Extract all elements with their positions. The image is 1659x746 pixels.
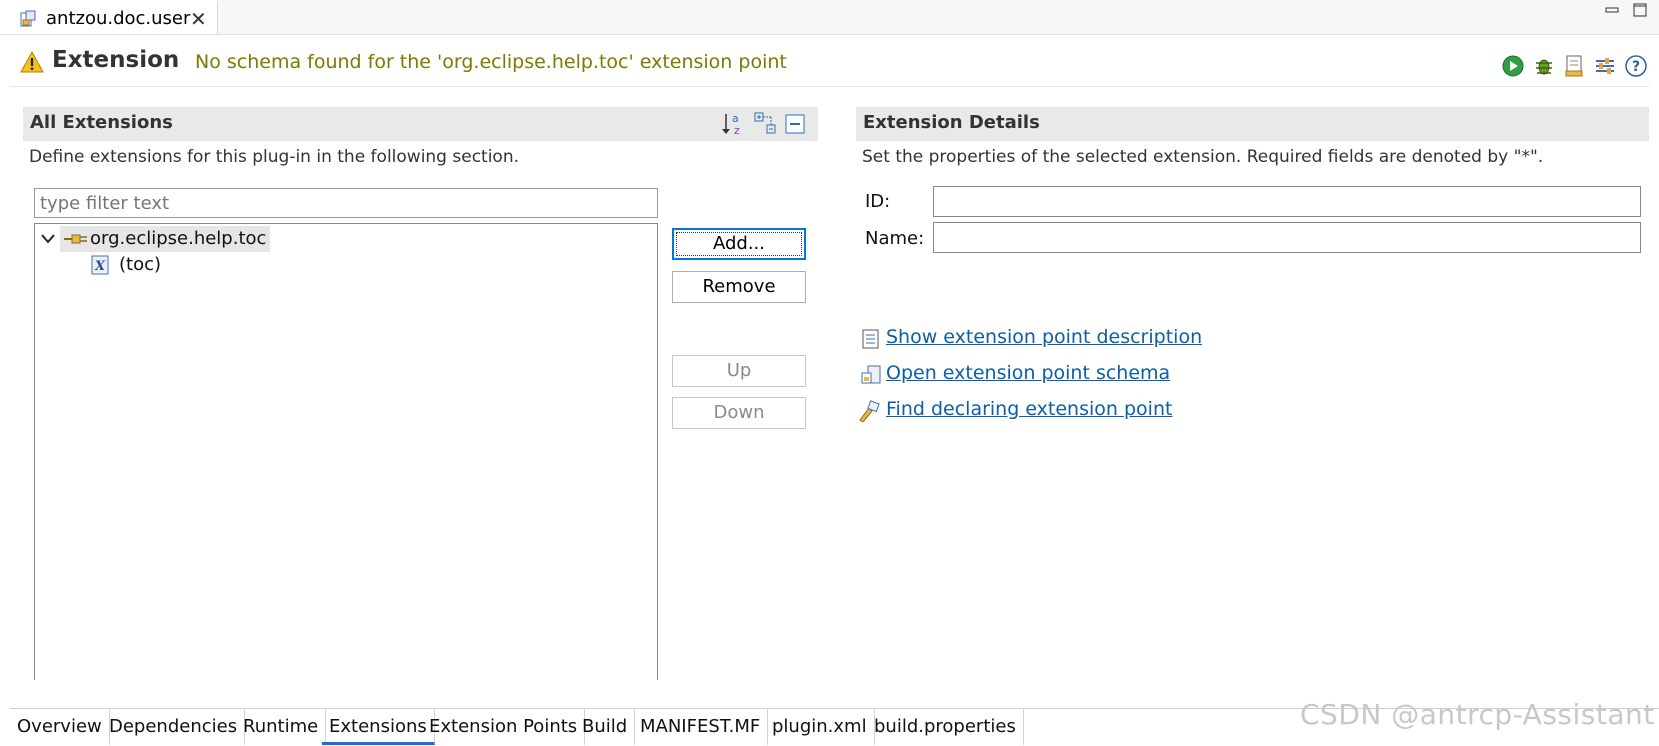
- editor-tab[interactable]: antzou.doc.user ✕: [0, 0, 218, 34]
- svg-text:z: z: [734, 124, 740, 137]
- plugin-manifest-icon: [20, 10, 36, 27]
- up-button[interactable]: Up: [672, 355, 806, 387]
- tab-manifest[interactable]: MANIFEST.MF: [633, 709, 769, 745]
- down-button[interactable]: Down: [672, 397, 806, 429]
- editor-tab-bar: [0, 0, 1659, 35]
- export-doc-icon[interactable]: [1562, 54, 1586, 78]
- run-icon[interactable]: [1501, 54, 1525, 78]
- tab-dependencies[interactable]: Dependencies: [102, 709, 246, 745]
- tree-item-extension[interactable]: org.eclipse.help.toc: [60, 226, 271, 252]
- editor-tab-label: antzou.doc.user: [46, 8, 191, 29]
- extension-details-title: Extension Details: [863, 112, 1040, 133]
- id-label: ID:: [865, 191, 891, 212]
- remove-button[interactable]: Remove: [672, 271, 806, 303]
- find-declaring-icon: [859, 400, 880, 422]
- svg-text:?: ?: [1632, 59, 1640, 75]
- expand-all-icon[interactable]: [753, 111, 779, 137]
- tab-runtime[interactable]: Runtime: [236, 709, 327, 745]
- name-field[interactable]: [933, 222, 1641, 253]
- all-extensions-header: All Extensions a z: [23, 107, 818, 141]
- svg-text:X: X: [94, 259, 106, 274]
- chevron-down-icon[interactable]: [41, 233, 55, 245]
- sort-alphabetical-icon[interactable]: a z: [721, 111, 747, 137]
- tree-item-label: org.eclipse.help.toc: [90, 228, 267, 249]
- schema-warning-message: No schema found for the 'org.eclipse.hel…: [195, 51, 787, 73]
- close-icon[interactable]: ✕: [190, 7, 207, 31]
- schema-icon: [861, 365, 881, 384]
- add-button[interactable]: Add...: [672, 228, 806, 260]
- tab-overview[interactable]: Overview: [10, 709, 110, 745]
- tree-item-toc[interactable]: X (toc): [89, 252, 161, 278]
- extension-details-header: Extension Details: [856, 107, 1649, 141]
- show-description-link[interactable]: Show extension point description: [886, 326, 1202, 348]
- extension-plug-icon: [64, 234, 87, 244]
- settings-sliders-icon[interactable]: [1593, 54, 1617, 78]
- maximize-icon[interactable]: [1632, 2, 1648, 18]
- page-title: Extension: [52, 47, 180, 73]
- description-doc-icon: [862, 329, 879, 349]
- debug-icon[interactable]: [1532, 54, 1556, 78]
- tab-plugin-xml[interactable]: plugin.xml: [765, 709, 875, 745]
- find-declaring-link[interactable]: Find declaring extension point: [886, 398, 1172, 420]
- minimize-icon[interactable]: [1604, 2, 1620, 18]
- tab-extensions[interactable]: Extensions: [322, 709, 435, 745]
- name-label: Name:: [865, 228, 925, 249]
- filter-input[interactable]: [34, 188, 658, 218]
- tab-build[interactable]: Build: [575, 709, 636, 745]
- extensions-tree[interactable]: org.eclipse.help.toc X (toc): [34, 223, 658, 680]
- all-extensions-description: Define extensions for this plug-in in th…: [29, 147, 520, 167]
- help-icon[interactable]: ?: [1624, 54, 1648, 78]
- tab-extension-points[interactable]: Extension Points: [422, 709, 586, 745]
- id-field[interactable]: [933, 186, 1641, 217]
- warning-icon: [20, 50, 44, 73]
- header-separator: [10, 86, 1649, 87]
- collapse-all-icon[interactable]: [784, 113, 806, 135]
- extension-details-description: Set the properties of the selected exten…: [862, 147, 1544, 167]
- tree-item-label: (toc): [119, 254, 162, 275]
- all-extensions-title: All Extensions: [30, 112, 173, 133]
- xml-element-icon: X: [91, 255, 109, 275]
- watermark: CSDN @antrcp-Assistant: [1300, 698, 1655, 731]
- open-schema-link[interactable]: Open extension point schema: [886, 362, 1170, 384]
- tab-build-properties[interactable]: build.properties: [867, 709, 1024, 745]
